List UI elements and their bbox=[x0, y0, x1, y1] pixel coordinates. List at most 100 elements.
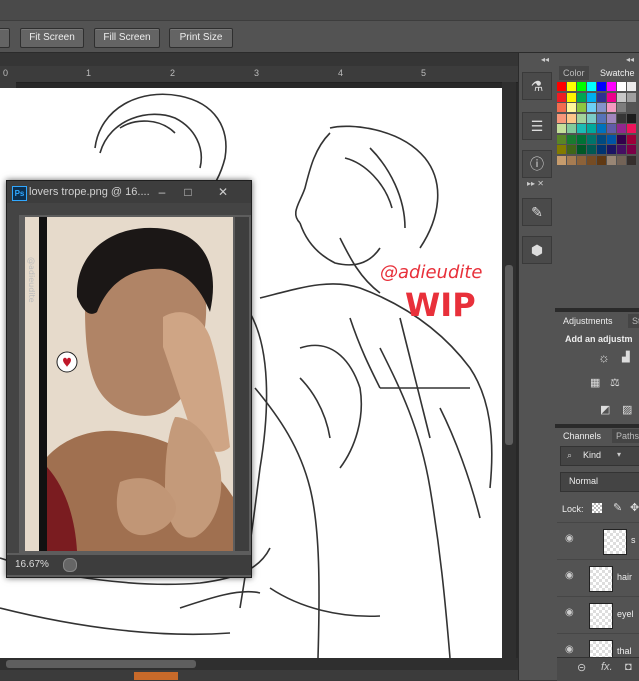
color-swatch[interactable] bbox=[617, 155, 626, 165]
color-swatch[interactable] bbox=[557, 124, 566, 133]
color-swatch[interactable] bbox=[567, 82, 576, 91]
layer-row[interactable]: ◉ hair bbox=[557, 559, 639, 596]
floating-document-window[interactable]: Ps lovers trope.png @ 16.... – □ ✕ @adie… bbox=[6, 180, 252, 578]
print-size-button[interactable]: Print Size bbox=[169, 28, 233, 48]
color-swatch[interactable] bbox=[617, 124, 626, 133]
window-horizontal-ruler[interactable] bbox=[7, 203, 251, 215]
color-swatch[interactable] bbox=[617, 113, 626, 123]
color-swatch[interactable] bbox=[617, 92, 626, 102]
levels-icon[interactable]: ▟ bbox=[622, 352, 630, 363]
color-swatch[interactable] bbox=[607, 92, 616, 102]
color-swatch[interactable] bbox=[577, 82, 586, 91]
collapse-panels-icon[interactable]: ◂◂ bbox=[626, 55, 634, 64]
color-swatch[interactable] bbox=[617, 134, 626, 144]
color-swatch[interactable] bbox=[607, 124, 616, 133]
lock-move-icon[interactable]: ✥ bbox=[630, 501, 639, 514]
color-swatch[interactable] bbox=[587, 124, 596, 133]
lock-paint-icon[interactable]: ✎ bbox=[613, 501, 622, 514]
layer-filter-dropdown[interactable]: ⌕ Kind ▾ bbox=[560, 446, 639, 466]
maximize-icon[interactable]: □ bbox=[179, 184, 197, 200]
eye-icon[interactable]: ◉ bbox=[565, 644, 574, 655]
properties-icon[interactable]: ☰ bbox=[522, 112, 552, 140]
color-swatch[interactable] bbox=[577, 103, 586, 112]
color-swatch[interactable] bbox=[567, 113, 576, 123]
layer-row[interactable]: ◉ s bbox=[557, 522, 639, 559]
swatches-grid[interactable] bbox=[557, 82, 639, 172]
window-vertical-scrollbar[interactable] bbox=[235, 217, 249, 551]
color-swatch[interactable] bbox=[567, 145, 576, 154]
eye-icon[interactable]: ◉ bbox=[565, 607, 574, 618]
tab-channels[interactable]: Channels bbox=[559, 429, 606, 443]
canvas-vertical-scroll-thumb[interactable] bbox=[505, 265, 513, 445]
color-swatch[interactable] bbox=[577, 145, 586, 154]
color-swatch[interactable] bbox=[627, 155, 636, 165]
color-swatch[interactable] bbox=[557, 145, 566, 154]
layer-row[interactable]: ◉ thal bbox=[557, 633, 639, 658]
color-swatch[interactable] bbox=[607, 134, 616, 144]
color-swatch[interactable] bbox=[597, 145, 606, 154]
color-swatch[interactable] bbox=[627, 124, 636, 133]
color-swatch[interactable] bbox=[617, 145, 626, 154]
color-swatch[interactable] bbox=[567, 92, 576, 102]
option-button-partial[interactable] bbox=[0, 28, 10, 48]
color-swatch[interactable] bbox=[607, 113, 616, 123]
color-balance-icon[interactable]: ⚖ bbox=[610, 376, 620, 389]
eye-icon[interactable]: ◉ bbox=[565, 533, 574, 544]
color-swatch[interactable] bbox=[587, 155, 596, 165]
color-swatch[interactable] bbox=[597, 103, 606, 112]
color-swatch[interactable] bbox=[557, 103, 566, 112]
info-icon[interactable]: ⓘ bbox=[522, 150, 552, 178]
expand-icon[interactable]: ▸▸ ✕ bbox=[527, 179, 544, 188]
brightness-icon[interactable]: ☼ bbox=[598, 350, 610, 365]
color-swatch[interactable] bbox=[617, 82, 626, 91]
color-swatch[interactable] bbox=[597, 134, 606, 144]
close-icon[interactable]: ✕ bbox=[214, 184, 232, 200]
3d-icon[interactable]: ⬢ bbox=[522, 236, 552, 264]
color-swatch[interactable] bbox=[577, 124, 586, 133]
color-swatch[interactable] bbox=[557, 134, 566, 144]
color-swatch[interactable] bbox=[607, 155, 616, 165]
photo-filter-icon[interactable]: ◩ bbox=[600, 403, 610, 416]
color-swatch[interactable] bbox=[577, 155, 586, 165]
color-swatch[interactable] bbox=[557, 92, 566, 102]
canvas-horizontal-scroll-thumb[interactable] bbox=[6, 660, 196, 668]
color-swatch[interactable] bbox=[607, 145, 616, 154]
color-swatch[interactable] bbox=[597, 124, 606, 133]
color-swatch[interactable] bbox=[607, 82, 616, 91]
fx-icon[interactable]: fx. bbox=[601, 661, 613, 673]
color-swatch[interactable] bbox=[597, 82, 606, 91]
color-swatch[interactable] bbox=[567, 103, 576, 112]
color-swatch[interactable] bbox=[587, 103, 596, 112]
color-swatch[interactable] bbox=[587, 134, 596, 144]
tab-color[interactable]: Color bbox=[559, 66, 589, 80]
color-swatch[interactable] bbox=[627, 103, 636, 112]
history-icon[interactable]: ⚗ bbox=[522, 72, 552, 100]
tab-swatches[interactable]: Swatche bbox=[596, 66, 639, 80]
window-vertical-ruler[interactable] bbox=[7, 215, 19, 553]
color-swatch[interactable] bbox=[627, 92, 636, 102]
color-swatch[interactable] bbox=[587, 145, 596, 154]
color-swatch[interactable] bbox=[627, 134, 636, 144]
minimize-icon[interactable]: – bbox=[153, 184, 171, 200]
artwork-preview[interactable]: @adieudite bbox=[25, 217, 233, 551]
mask-icon[interactable]: ◘ bbox=[625, 661, 632, 673]
color-swatch[interactable] bbox=[627, 82, 636, 91]
color-swatch[interactable] bbox=[627, 113, 636, 123]
brush-preset-icon[interactable]: ✎ bbox=[522, 198, 552, 226]
color-swatch[interactable] bbox=[567, 134, 576, 144]
color-swatch[interactable] bbox=[557, 113, 566, 123]
gradient-map-icon[interactable]: ▨ bbox=[622, 403, 632, 416]
color-swatch[interactable] bbox=[567, 124, 576, 133]
color-swatch[interactable] bbox=[577, 113, 586, 123]
taskbar-item[interactable] bbox=[134, 672, 178, 680]
window-title-bar[interactable]: Ps lovers trope.png @ 16.... – □ ✕ bbox=[7, 181, 251, 203]
color-swatch[interactable] bbox=[567, 155, 576, 165]
blend-mode-select[interactable]: Normal bbox=[560, 472, 639, 492]
tab-paths[interactable]: Paths bbox=[612, 429, 639, 443]
link-icon[interactable]: ⊝ bbox=[577, 661, 586, 674]
zoom-level[interactable]: 16.67% bbox=[15, 559, 49, 570]
color-swatch[interactable] bbox=[597, 92, 606, 102]
color-swatch[interactable] bbox=[597, 155, 606, 165]
eye-icon[interactable]: ◉ bbox=[565, 570, 574, 581]
color-swatch[interactable] bbox=[587, 82, 596, 91]
